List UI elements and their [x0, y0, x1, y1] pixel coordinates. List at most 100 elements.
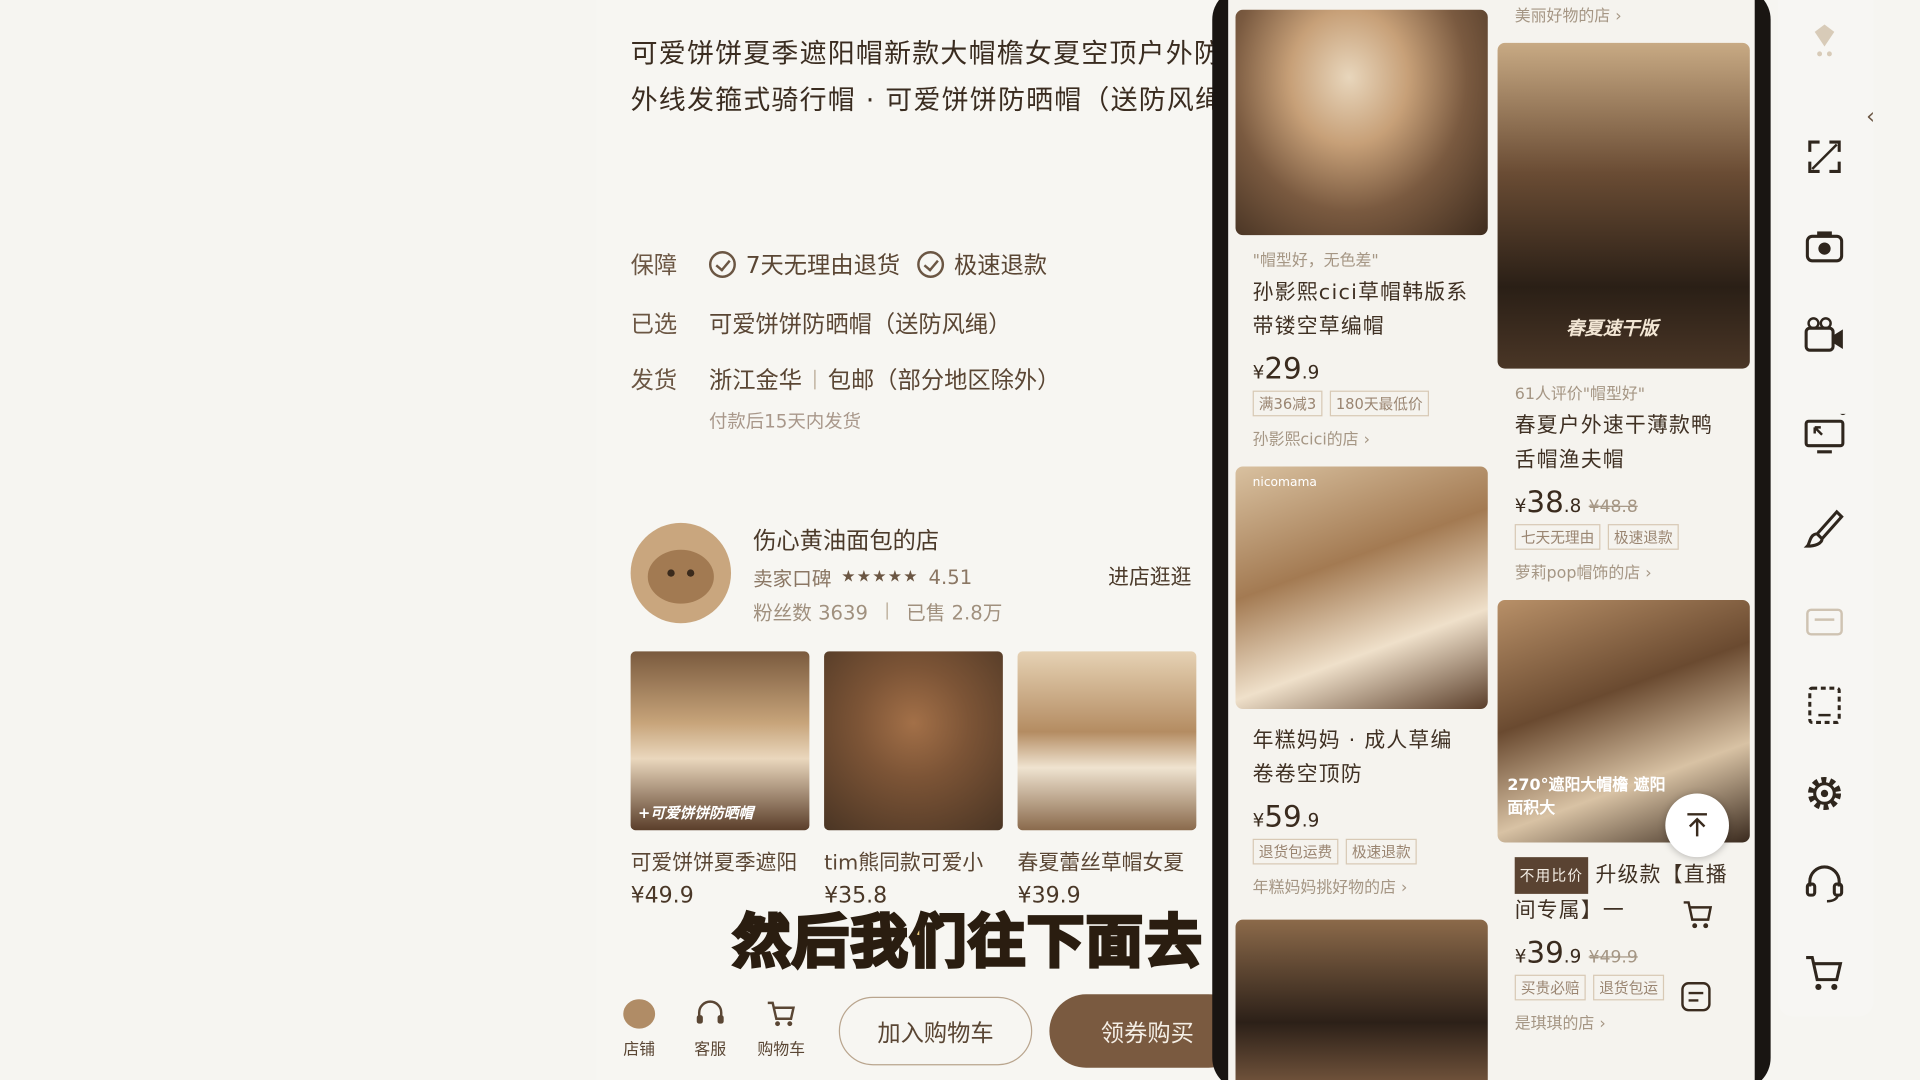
review-quote: "帽型好，无色差"	[1252, 252, 1379, 271]
related-product-name: 可爱饼饼夏季遮阳	[630, 851, 798, 876]
related-product-name: 春夏蕾丝草帽女夏	[1017, 851, 1185, 876]
feed-card-image[interactable]	[1235, 9, 1488, 236]
selected-value: 可爱饼饼防晒帽（送防风绳）	[708, 311, 1012, 338]
product-title: 可爱饼饼夏季遮阳帽新款大帽檐女夏空顶户外防紫外线发箍式骑行帽 · 可爱饼饼防晒帽…	[630, 39, 1219, 117]
recommendation-feed[interactable]: "帽型好，无色差" 孙影熙cici草帽韩版系带镂空草编帽 ¥29.9 满36减3…	[1228, 0, 1755, 1080]
store-tab[interactable]: 店铺	[609, 999, 670, 1059]
product-detail-panel: 可爱饼饼夏季遮阳帽新款大帽檐女夏空顶户外防紫外线发箍式骑行帽 · 可爱饼饼防晒帽…	[596, 0, 1219, 1080]
avatar-face-shape	[647, 549, 714, 604]
store-avatar[interactable]	[630, 522, 732, 624]
add-cart-icon[interactable]	[1681, 899, 1715, 931]
cart-tab[interactable]: 购物车	[751, 999, 812, 1059]
feed-card[interactable]: "帽型好，无色差" 孙影熙cici草帽韩版系带镂空草编帽 ¥29.9 满36减3…	[1235, 9, 1488, 450]
keyboard-icon[interactable]	[1802, 598, 1846, 642]
feed-card-shop[interactable]: 萝莉pop帽饰的店 ›	[1515, 560, 1733, 582]
support-headset-icon[interactable]	[1802, 862, 1846, 906]
video-record-icon[interactable]	[1802, 313, 1846, 357]
screen-cast-icon[interactable]	[1802, 413, 1846, 458]
promo-tag: 极速退款	[1607, 524, 1679, 550]
feed-column-right: 美丽好物的店 › 春夏速干版 61人评价"帽型好" 春夏户外速干薄款鸭舌帽渔夫帽…	[1497, 0, 1750, 1033]
promo-tag: 满36减3	[1252, 390, 1323, 417]
promo-tag: 退货包运	[1593, 974, 1665, 1001]
product-thumbnail[interactable]	[1017, 651, 1197, 831]
feed-card[interactable]: nicomama 年糕妈妈 · 成人草编卷卷空顶防 ¥59.9 退货包运费 极速退…	[1235, 466, 1488, 898]
feed-card-price: ¥59.9	[1252, 799, 1320, 834]
store-card[interactable]: 伤心黄油面包的店 卖家口碑 ★★★★★ 4.51 粉丝数 3639 已售 2.8…	[630, 520, 1207, 630]
feed-card-tags: 满36减3 180天最低价	[1252, 390, 1471, 417]
selected-row[interactable]: 已选 可爱饼饼防晒帽（送防风绳）	[631, 306, 1012, 339]
promo-tag: 180天最低价	[1329, 390, 1429, 417]
feed-card-title: 春夏户外速干薄款鸭舌帽渔夫帽	[1514, 413, 1714, 473]
price-decimal: .9	[1563, 945, 1582, 968]
feed-card-image[interactable]: nicomama	[1235, 466, 1488, 709]
feed-card-price: ¥38.8 ¥48.8	[1514, 484, 1638, 520]
feed-card-image[interactable]: 春夏速干版	[1497, 42, 1750, 369]
feed-card-shop[interactable]: 年糕妈妈挑好物的店 ›	[1253, 874, 1471, 897]
brush-icon[interactable]	[1802, 507, 1846, 551]
related-product-card[interactable]: 春夏蕾丝草帽女夏 ¥39.9	[1017, 651, 1197, 909]
feed-card[interactable]: 春夏速干版 61人评价"帽型好" 春夏户外速干薄款鸭舌帽渔夫帽 ¥38.8 ¥48…	[1497, 42, 1750, 583]
related-product-card[interactable]: tim熊同款可爱小 ¥35.8	[824, 651, 1003, 909]
check-icon	[917, 250, 945, 278]
price-decimal: .8	[1563, 494, 1582, 517]
cart-icon	[767, 1001, 796, 1027]
vip-icon[interactable]	[1802, 20, 1846, 64]
service-tab[interactable]: 客服	[680, 999, 741, 1059]
feed-card-tags: 退货包运费 极速退款	[1252, 838, 1471, 865]
image-caption: 春夏速干版	[1566, 317, 1658, 340]
product-thumbnail[interactable]	[824, 651, 1003, 831]
feed-card-shop[interactable]: 美丽好物的店 ›	[1515, 2, 1733, 25]
product-thumbnail[interactable]: +可爱饼饼防晒帽	[630, 651, 810, 831]
star-rating-icon: ★★★★★	[841, 567, 919, 586]
related-products: +可爱饼饼防晒帽 可爱饼饼夏季遮阳 ¥49.9 tim熊同款可爱小 ¥35.8 …	[630, 651, 1197, 909]
guarantee-row[interactable]: 保障 7天无理由退货 极速退款	[631, 247, 1047, 280]
original-price: ¥49.9	[1588, 947, 1638, 968]
selected-label: 已选	[630, 311, 678, 338]
shopping-cart-icon[interactable]	[1802, 950, 1846, 994]
store-rating-row: 卖家口碑 ★★★★★ 4.51	[753, 562, 972, 591]
review-quote: 61人评价"帽型好"	[1514, 385, 1646, 405]
guarantee-item: 7天无理由退货	[745, 252, 901, 280]
price-integer: 59	[1264, 799, 1302, 834]
screenshot-region-icon[interactable]	[1802, 683, 1846, 727]
enter-store-link[interactable]: 进店逛逛	[1108, 560, 1191, 590]
guarantee-label: 保障	[630, 252, 678, 280]
price-decimal: .9	[1301, 361, 1320, 384]
note-icon[interactable]	[1679, 980, 1713, 1014]
ship-note: 付款后15天内发货	[708, 410, 861, 433]
price-integer: 39	[1526, 935, 1564, 970]
feed-card-title: 年糕妈妈 · 成人草编卷卷空顶防	[1252, 728, 1453, 788]
store-tab-label: 店铺	[623, 1040, 656, 1060]
feed-column-left: "帽型好，无色差" 孙影熙cici草帽韩版系带镂空草编帽 ¥29.9 满36减3…	[1235, 0, 1488, 1080]
emulator-toolbar	[1777, 0, 1874, 1017]
store-avatar-icon	[623, 999, 656, 1029]
promo-tag: 七天无理由	[1514, 524, 1601, 550]
feed-card-title: 孙影熙cici草帽韩版系带镂空草编帽	[1252, 280, 1469, 340]
feed-card-image[interactable]	[1235, 919, 1488, 1080]
gear-icon[interactable]	[1802, 771, 1846, 815]
price-decimal: .9	[1301, 809, 1320, 832]
fullscreen-icon[interactable]	[1802, 135, 1846, 179]
divider	[886, 602, 888, 620]
service-tab-label: 客服	[694, 1040, 727, 1060]
add-to-cart-button[interactable]: 加入购物车	[838, 996, 1033, 1066]
thumb-tag: +可爱饼饼防晒帽	[637, 804, 754, 822]
no-compare-badge: 不用比价	[1514, 857, 1589, 894]
video-subtitle: 然后我们往下面去	[732, 907, 1204, 977]
store-name: 伤心黄油面包的店	[753, 527, 940, 555]
related-product-card[interactable]: +可爱饼饼防晒帽 可爱饼饼夏季遮阳 ¥49.9	[630, 651, 810, 909]
buy-with-coupon-button[interactable]: 领券购买	[1049, 994, 1219, 1068]
shipping-label: 发货	[630, 367, 678, 395]
collapse-chevron-icon[interactable]: ‹	[1866, 104, 1875, 130]
promo-tag: 极速退款	[1345, 838, 1417, 865]
back-to-top-button[interactable]	[1665, 793, 1729, 858]
sold-count: 已售 2.8万	[906, 601, 1003, 625]
rating-value: 4.51	[928, 565, 973, 589]
shipping-row[interactable]: 发货 浙江金华 包邮（部分地区除外）	[631, 362, 1061, 395]
arrow-up-icon	[1687, 813, 1707, 837]
avatar-eye-shape	[667, 569, 675, 577]
camera-icon[interactable]	[1802, 225, 1846, 269]
feed-card-shop[interactable]: 孙影熙cici的店 ›	[1253, 426, 1471, 449]
image-brand-tag: nicomama	[1252, 476, 1317, 490]
related-product-name: tim熊同款可爱小	[824, 851, 984, 876]
